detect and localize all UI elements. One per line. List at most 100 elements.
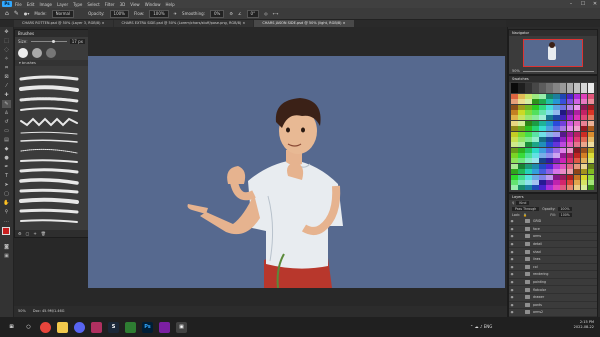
swatch[interactable]	[531, 180, 539, 186]
swatch[interactable]	[566, 104, 574, 110]
swatch[interactable]	[587, 174, 595, 180]
swatch[interactable]	[580, 153, 588, 159]
swatch[interactable]	[552, 153, 560, 159]
swatch[interactable]	[511, 169, 518, 175]
swatch[interactable]	[559, 142, 567, 148]
move-tool-icon[interactable]: ✥	[2, 28, 11, 36]
swatch[interactable]	[511, 174, 518, 180]
swatch[interactable]	[531, 83, 539, 88]
swatch[interactable]	[552, 88, 560, 94]
swatch[interactable]	[524, 93, 532, 99]
swatch[interactable]	[552, 104, 560, 110]
swatch[interactable]	[517, 99, 525, 105]
swatch[interactable]	[559, 126, 567, 132]
swatch[interactable]	[559, 104, 567, 110]
swatch[interactable]	[580, 136, 588, 142]
eye-icon[interactable]: ◉	[509, 265, 515, 269]
swatch[interactable]	[511, 180, 518, 186]
photoshop-taskbar-icon[interactable]: Ps	[142, 321, 153, 333]
swatch[interactable]	[517, 120, 525, 126]
tab-chars-rotten[interactable]: CHARS ROTTEN.psd @ 50% (Layer 3, RGB/8) …	[14, 20, 113, 27]
swatch[interactable]	[552, 180, 560, 186]
opacity-input[interactable]: 100%	[109, 9, 129, 18]
menu-type[interactable]: Type	[73, 2, 82, 7]
swatch[interactable]	[517, 136, 525, 142]
swatch[interactable]	[552, 158, 560, 164]
swatch[interactable]	[545, 147, 553, 153]
swatch[interactable]	[559, 147, 567, 153]
swatch[interactable]	[552, 99, 560, 105]
swatch[interactable]	[566, 83, 574, 88]
swatch[interactable]	[580, 158, 588, 164]
swatch[interactable]	[587, 136, 595, 142]
swatch[interactable]	[538, 142, 546, 148]
eye-icon[interactable]: ◉	[509, 310, 515, 314]
swatch[interactable]	[524, 115, 532, 121]
swatch[interactable]	[552, 147, 560, 153]
swatch[interactable]	[580, 163, 588, 169]
swatch[interactable]	[511, 142, 518, 148]
swatch[interactable]	[524, 180, 532, 186]
zoom-level[interactable]: 50%	[18, 309, 26, 313]
swatch[interactable]	[566, 131, 574, 137]
swatch[interactable]	[573, 93, 581, 99]
path-select-tool-icon[interactable]: ➤	[2, 181, 11, 189]
swatch[interactable]	[573, 142, 581, 148]
swatch[interactable]	[524, 153, 532, 159]
swatch[interactable]	[559, 180, 567, 186]
menu-file[interactable]: File	[15, 2, 22, 7]
chrome-icon[interactable]	[40, 321, 51, 333]
swatch[interactable]	[524, 174, 532, 180]
swatch[interactable]	[524, 99, 532, 105]
swatch[interactable]	[531, 88, 539, 94]
menu-layer[interactable]: Layer	[57, 2, 68, 7]
swatch[interactable]	[511, 120, 518, 126]
swatch[interactable]	[587, 83, 595, 88]
swatch[interactable]	[587, 131, 595, 137]
eye-icon[interactable]: ◉	[509, 295, 515, 299]
swatch[interactable]	[517, 142, 525, 148]
swatch[interactable]	[531, 126, 539, 132]
pen-tool-icon[interactable]: ✒	[2, 163, 11, 171]
layer-row[interactable]: ◉ painting	[509, 279, 597, 287]
swatch[interactable]	[573, 115, 581, 121]
dodge-tool-icon[interactable]: ●	[2, 154, 11, 162]
swatch[interactable]	[573, 104, 581, 110]
swatch[interactable]	[559, 174, 567, 180]
swatch[interactable]	[573, 83, 581, 88]
navigator-zoom[interactable]: 50%	[512, 69, 520, 73]
photoshop-logo[interactable]: Ps	[2, 1, 12, 7]
swatch[interactable]	[517, 88, 525, 94]
swatch[interactable]	[511, 163, 518, 169]
swatch[interactable]	[545, 158, 553, 164]
shape-tool-icon[interactable]: ▢	[2, 190, 11, 198]
screen-mode-icon[interactable]: ▣	[2, 252, 11, 260]
discord-icon[interactable]	[74, 321, 85, 333]
pressure-icon[interactable]: ◎	[264, 11, 268, 16]
swatch[interactable]	[566, 93, 574, 99]
swatch[interactable]	[538, 163, 546, 169]
swatch[interactable]	[531, 115, 539, 121]
swatch[interactable]	[545, 93, 553, 99]
lock-icon[interactable]: 🔒	[523, 213, 527, 217]
swatch[interactable]	[552, 109, 560, 115]
swatch[interactable]	[517, 180, 525, 186]
layer-opacity-input[interactable]: 100%	[558, 207, 572, 211]
swatch[interactable]	[573, 158, 581, 164]
swatch[interactable]	[587, 180, 595, 186]
swatch[interactable]	[545, 99, 553, 105]
swatch[interactable]	[517, 174, 525, 180]
swatch[interactable]	[517, 153, 525, 159]
swatch[interactable]	[511, 158, 518, 164]
eye-icon[interactable]: ◉	[509, 227, 515, 231]
swatch[interactable]	[566, 109, 574, 115]
swatch[interactable]	[545, 163, 553, 169]
swatch[interactable]	[559, 163, 567, 169]
eye-icon[interactable]: ◉	[509, 250, 515, 254]
swatch[interactable]	[566, 185, 574, 191]
swatch[interactable]	[580, 120, 588, 126]
layer-row[interactable]: ◉ arms2	[509, 309, 597, 317]
swatch[interactable]	[587, 153, 595, 159]
swatch[interactable]	[587, 115, 595, 121]
swatch[interactable]	[531, 153, 539, 159]
